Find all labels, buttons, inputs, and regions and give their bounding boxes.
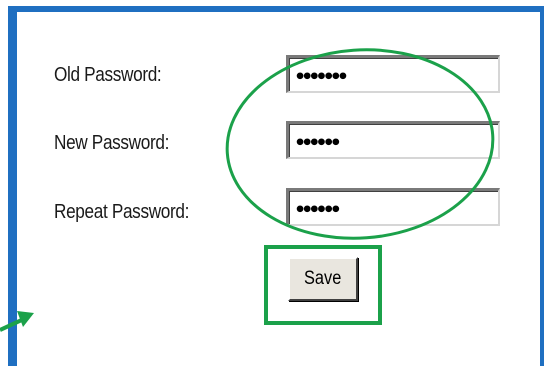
new-password-field[interactable]: •••••• [286,121,500,159]
old-password-field[interactable]: ••••••• [286,55,500,93]
repeat-password-field[interactable]: •••••• [286,188,500,226]
new-password-mask: •••••• [294,132,342,154]
old-password-label: Old Password: [54,64,162,86]
old-password-mask: ••••••• [294,66,349,88]
save-highlight-rectangle [264,245,382,325]
new-password-label: New Password: [54,132,170,154]
repeat-password-label: Repeat Password: [54,201,190,223]
repeat-password-mask: •••••• [294,199,342,221]
